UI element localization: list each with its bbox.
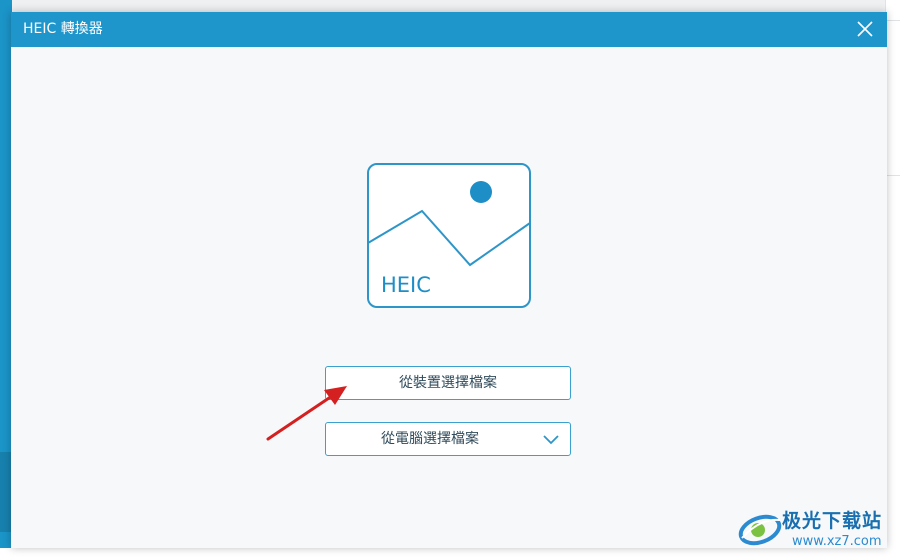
background-app-panel	[885, 0, 900, 560]
background-divider	[886, 175, 900, 176]
watermark-url: www.xz7.com	[792, 534, 882, 549]
background-divider	[886, 20, 900, 21]
watermark: 极光下载站 www.xz7.com	[736, 504, 896, 556]
select-from-computer-dropdown[interactable]: 從電腦選擇檔案	[325, 422, 571, 456]
select-from-device-button[interactable]: 從裝置選擇檔案	[325, 366, 571, 400]
image-placeholder-icon: HEIC	[367, 163, 531, 308]
close-icon	[857, 21, 873, 37]
select-from-device-label: 從裝置選擇檔案	[399, 375, 497, 391]
dialog-titlebar: HEIC 轉換器	[11, 12, 887, 47]
dialog-title: HEIC 轉換器	[23, 21, 103, 37]
watermark-name: 极光下载站	[782, 510, 883, 532]
close-button[interactable]	[853, 17, 877, 41]
chevron-down-icon[interactable]	[542, 432, 560, 446]
select-from-computer-label: 從電腦選擇檔案	[381, 431, 479, 447]
heic-converter-dialog: HEIC 轉換器 HEIC 從裝置選擇檔案 從電腦選擇檔案	[11, 12, 887, 548]
heic-format-label: HEIC	[381, 273, 431, 297]
watermark-logo-icon	[738, 514, 782, 546]
